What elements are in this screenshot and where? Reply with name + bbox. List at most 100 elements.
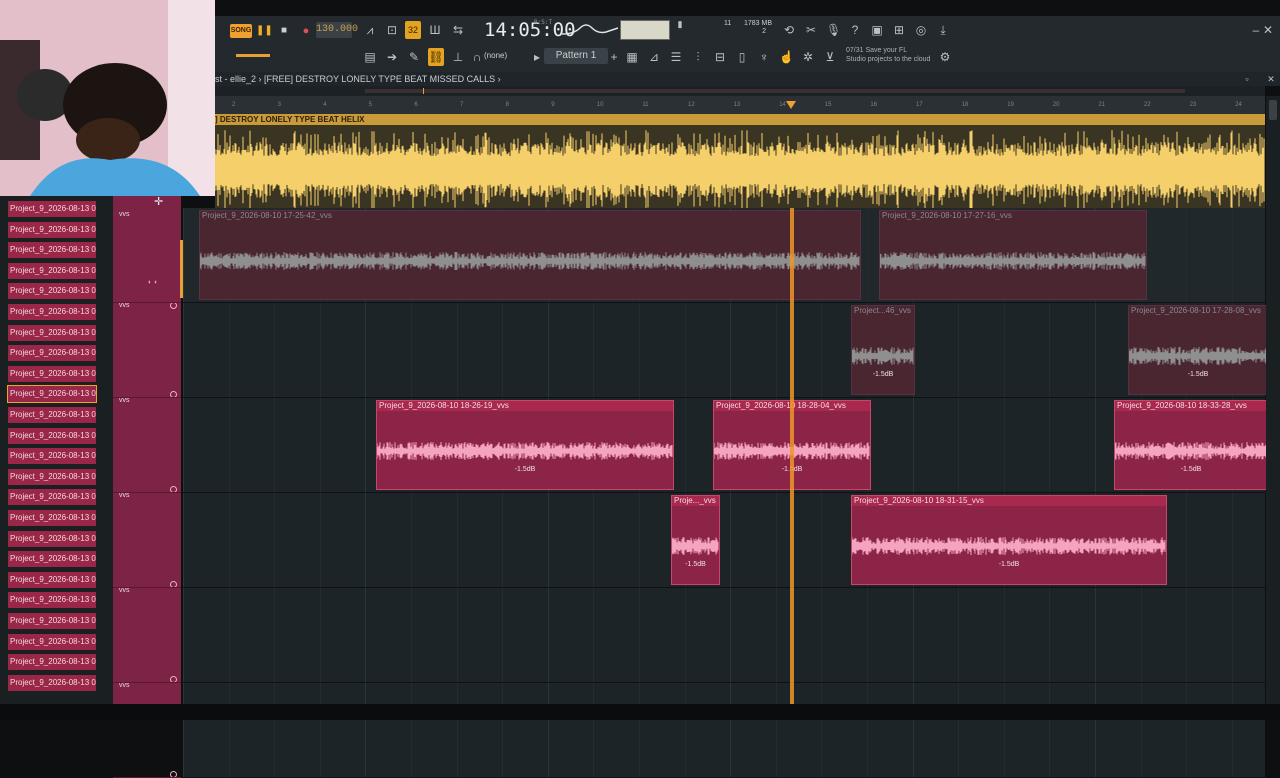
metronome-icon[interactable]: ⩘ xyxy=(363,23,377,37)
song-mode-button[interactable]: SONG xyxy=(230,24,252,38)
channel-item[interactable]: Project_9_2026-08-13 0... xyxy=(8,242,96,259)
add-track-icon[interactable]: ✛ xyxy=(154,197,164,208)
tempo-tap-icon[interactable]: ✲ xyxy=(801,50,815,64)
channel-item[interactable]: Project_9_2026-08-13 0... xyxy=(8,345,96,362)
breadcrumb[interactable]: st - ellie_2 › [FREE] DESTROY LONELY TYP… xyxy=(215,72,1280,86)
channel-item[interactable]: Project_9_2026-08-13 0... xyxy=(8,221,96,238)
microphone-icon[interactable]: 🎙︎ xyxy=(826,23,841,37)
audio-clip[interactable]: Project_9_2026-08-10 18-33-28_vvs -1.5dB xyxy=(1114,400,1268,490)
pattern-selector[interactable]: Pattern 1 xyxy=(544,48,608,64)
channel-item[interactable]: Project_9_2026-08-13 0... xyxy=(8,365,96,382)
channel-item[interactable]: Project_9_2026-08-13 0... xyxy=(8,468,96,485)
channel-item[interactable]: Project_9_2026-08-13 0... xyxy=(8,283,96,300)
browser-icon[interactable]: ⊟ xyxy=(713,50,727,64)
channel-item[interactable]: Project_9_2026-08-13 0... xyxy=(8,448,96,465)
track-name-label[interactable]: vvs xyxy=(119,492,130,499)
track-mute-icon[interactable]: ◐ ◐ xyxy=(148,279,158,286)
channel-item[interactable]: Project_9_2026-08-13 0... xyxy=(8,427,96,444)
cloud-gear-icon[interactable]: ⚙ xyxy=(938,50,952,64)
channel-item[interactable]: Project_9_2026-08-13 0... xyxy=(8,592,96,609)
typing-keyboard-icon[interactable]: Ш xyxy=(428,23,442,37)
channel-item[interactable]: Project_9_2026-08-13 0... xyxy=(8,324,96,341)
audio-clip[interactable]: Project_9_2026-08-10 17-25-42_vvs xyxy=(199,210,861,300)
arrow-right-icon[interactable]: ➔ xyxy=(385,50,399,64)
grid-line xyxy=(502,588,504,682)
channel-item[interactable]: Project_9_2026-08-13 0... xyxy=(8,633,96,650)
close-icon[interactable]: ✕ xyxy=(1261,23,1275,37)
magnet-icon[interactable]: ∩ xyxy=(470,50,484,64)
chat-icon[interactable]: ◎ xyxy=(914,23,928,37)
clip-waveform xyxy=(852,347,914,365)
channel-item[interactable]: Project_9_2026-08-13 0... xyxy=(8,674,96,691)
audio-clip[interactable]: Project_9_2026-08-10 17-27-16_vvs xyxy=(879,210,1147,300)
clipboard-icon[interactable]: ▯ xyxy=(735,50,749,64)
add-pattern-icon[interactable]: + xyxy=(607,50,621,64)
channel-item[interactable]: Project_9_2026-08-13 0... xyxy=(7,385,97,404)
channel-item[interactable]: Project_9_2026-08-13 0... xyxy=(8,571,96,588)
grid-line xyxy=(1095,588,1096,682)
download-icon[interactable]: ⤓ xyxy=(936,23,950,37)
channel-item[interactable]: Project_9_2026-08-13 0... xyxy=(8,551,96,568)
plug-icon[interactable]: ♆ xyxy=(757,50,771,64)
track-name-label[interactable]: vvs xyxy=(119,302,130,309)
clip-volume-label: -1.5dB xyxy=(514,466,536,473)
track-name-label[interactable]: vvs xyxy=(119,397,130,404)
track-name-label[interactable]: vvs xyxy=(119,682,130,689)
playlist-minimize-icon[interactable]: ▫ xyxy=(1240,72,1254,86)
link-icon[interactable]: ⛓ xyxy=(428,48,444,66)
loop-record-icon[interactable]: ⇆ xyxy=(451,23,465,37)
undo-icon[interactable]: ⟲ xyxy=(782,23,796,37)
playlist-window-icon[interactable]: ▦ xyxy=(625,50,639,64)
pause-icon[interactable]: ❚❚ xyxy=(256,24,273,38)
grid-line xyxy=(1049,588,1051,682)
record-icon[interactable]: ● xyxy=(300,24,312,38)
stamp-icon[interactable]: ⊥ xyxy=(451,50,465,64)
audio-clip[interactable]: Project...46_vvs -1.5dB xyxy=(851,305,915,395)
touch-icon[interactable]: ☝ xyxy=(779,50,794,64)
master-volume-slider[interactable] xyxy=(236,54,270,57)
save-icon[interactable]: ▣ xyxy=(870,23,884,37)
cut-icon[interactable]: ✂ xyxy=(804,23,818,37)
grid-line xyxy=(684,683,686,777)
tempo-display[interactable]: 130.000 xyxy=(316,22,358,38)
tape-icon[interactable]: ⊡ xyxy=(385,23,399,37)
help-icon[interactable]: ? xyxy=(848,23,862,37)
channel-item[interactable]: Project_9_2026-08-13 0... xyxy=(8,262,96,279)
vertical-scrollbar[interactable] xyxy=(1266,96,1280,704)
master-audio-clip[interactable] xyxy=(214,114,1265,210)
plugin-icon[interactable]: ⊞ xyxy=(892,23,906,37)
audio-clip[interactable]: Project_9_2026-08-10 17-28-08_vvs -1.5dB xyxy=(1128,305,1268,395)
channel-item[interactable]: Project_9_2026-08-13 0... xyxy=(8,613,96,629)
audio-clip[interactable]: Project_9_2026-08-10 18-26-19_vvs -1.5dB xyxy=(376,400,674,490)
playhead-marker-icon[interactable] xyxy=(786,101,796,109)
track-lane[interactable] xyxy=(183,303,1265,398)
playhead-line[interactable] xyxy=(790,208,794,704)
channel-item[interactable]: Project_9_2026-08-13 0... xyxy=(8,530,96,547)
audio-clip[interactable]: Project_9_2026-08-10 18-31-15_vvs -1.5dB xyxy=(851,495,1167,585)
channel-item[interactable]: Project_9_2026-08-13 0... xyxy=(8,654,96,671)
channel-item[interactable]: Project_9_2026-08-13 0... xyxy=(8,304,96,320)
playlist-icon[interactable]: ▤ xyxy=(363,50,377,64)
track-lane[interactable] xyxy=(183,588,1265,683)
overview-strip[interactable] xyxy=(215,86,1265,96)
channel-item[interactable]: Project_9_2026-08-13 0... xyxy=(8,489,96,506)
track-name-label[interactable]: vvs xyxy=(119,587,130,594)
track-name-label[interactable]: vvs xyxy=(119,211,130,218)
piano-roll-icon[interactable]: ⊿ xyxy=(647,50,661,64)
cloud-save-promo[interactable]: 07/31 Save your FL Studio projects to th… xyxy=(846,46,930,64)
pattern-prev-icon[interactable]: ▸ xyxy=(530,50,544,64)
track-lane[interactable] xyxy=(183,683,1265,778)
step-edit-icon[interactable]: 32 xyxy=(405,21,421,39)
pencil-icon[interactable]: ✎ xyxy=(407,50,421,64)
mixer-icon[interactable]: ⫶ xyxy=(691,50,705,64)
track-enable-toggle[interactable] xyxy=(170,302,177,309)
cart-icon[interactable]: ⊻ xyxy=(823,50,837,64)
audio-clip[interactable]: Proje..._vvs -1.5dB xyxy=(671,495,720,585)
channel-rack-icon[interactable]: ☰ xyxy=(669,50,683,64)
playlist-close-icon[interactable]: ✕ xyxy=(1264,72,1278,86)
channel-item[interactable]: Project_9_2026-08-13 0... xyxy=(8,510,96,526)
snap-selector[interactable]: (none) xyxy=(484,49,507,63)
channel-item[interactable]: Project_9_2026-08-13 0... xyxy=(8,201,96,217)
stop-icon[interactable]: ■ xyxy=(278,24,290,38)
channel-item[interactable]: Project_9_2026-08-13 0... xyxy=(8,407,96,423)
